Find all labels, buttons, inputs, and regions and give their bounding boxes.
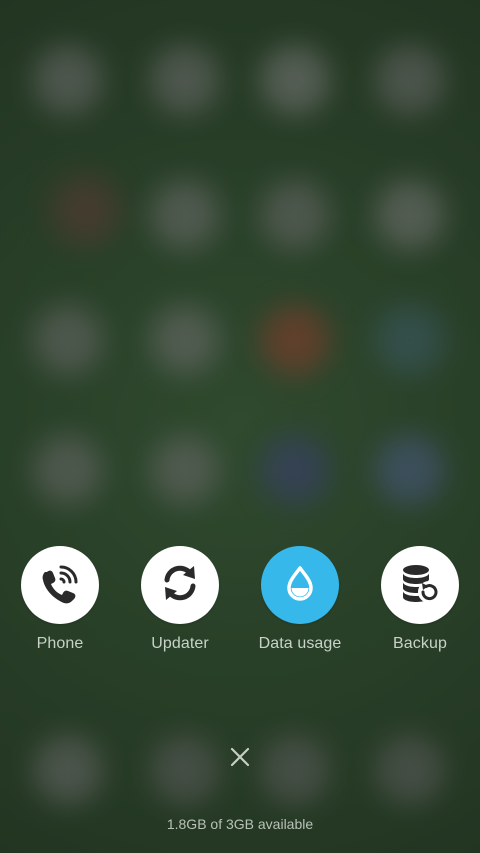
blurred-app-icon bbox=[260, 180, 330, 250]
close-button[interactable] bbox=[225, 744, 255, 774]
backup-circle[interactable] bbox=[381, 546, 459, 624]
updater-circle[interactable] bbox=[141, 546, 219, 624]
blurred-app-icon bbox=[260, 305, 330, 375]
memory-available-text: 1.8GB of 3GB available bbox=[166, 816, 314, 832]
shortcut-label-backup: Backup bbox=[393, 635, 447, 652]
close-icon bbox=[230, 747, 250, 772]
blurred-app-icon bbox=[33, 435, 103, 505]
shortcut-updater[interactable]: Updater bbox=[120, 546, 240, 653]
blurred-wallpaper bbox=[0, 0, 480, 853]
sync-arrows-icon bbox=[157, 560, 203, 611]
shortcut-backup[interactable]: Backup bbox=[360, 546, 480, 653]
phone-circle[interactable] bbox=[21, 546, 99, 624]
blurred-app-icon bbox=[50, 175, 120, 245]
blurred-app-icon bbox=[375, 305, 445, 375]
blurred-app-icon bbox=[33, 45, 103, 115]
blurred-app-icon bbox=[260, 435, 330, 505]
blurred-app-icon bbox=[33, 305, 103, 375]
shortcut-label-updater: Updater bbox=[151, 635, 209, 652]
data-usage-circle[interactable] bbox=[261, 546, 339, 624]
shortcut-label-data-usage: Data usage bbox=[258, 635, 342, 652]
blurred-app-icon bbox=[260, 45, 330, 115]
blurred-app-icon bbox=[150, 45, 220, 115]
blurred-app-icon bbox=[150, 435, 220, 505]
blurred-app-icon bbox=[260, 735, 330, 805]
shortcut-phone[interactable]: Phone bbox=[0, 546, 120, 653]
shortcut-label-phone: Phone bbox=[36, 635, 84, 652]
shortcut-data-usage[interactable]: Data usage bbox=[240, 546, 360, 653]
blurred-app-icon bbox=[375, 45, 445, 115]
blurred-app-icon bbox=[150, 180, 220, 250]
blurred-app-icon bbox=[375, 180, 445, 250]
blurred-app-icon bbox=[375, 435, 445, 505]
blurred-app-icon bbox=[150, 735, 220, 805]
phone-call-icon bbox=[37, 560, 83, 611]
water-drop-icon bbox=[277, 560, 323, 611]
database-restore-icon bbox=[397, 560, 443, 611]
blurred-app-icon bbox=[375, 735, 445, 805]
blurred-app-icon bbox=[33, 735, 103, 805]
blurred-app-icon bbox=[150, 305, 220, 375]
